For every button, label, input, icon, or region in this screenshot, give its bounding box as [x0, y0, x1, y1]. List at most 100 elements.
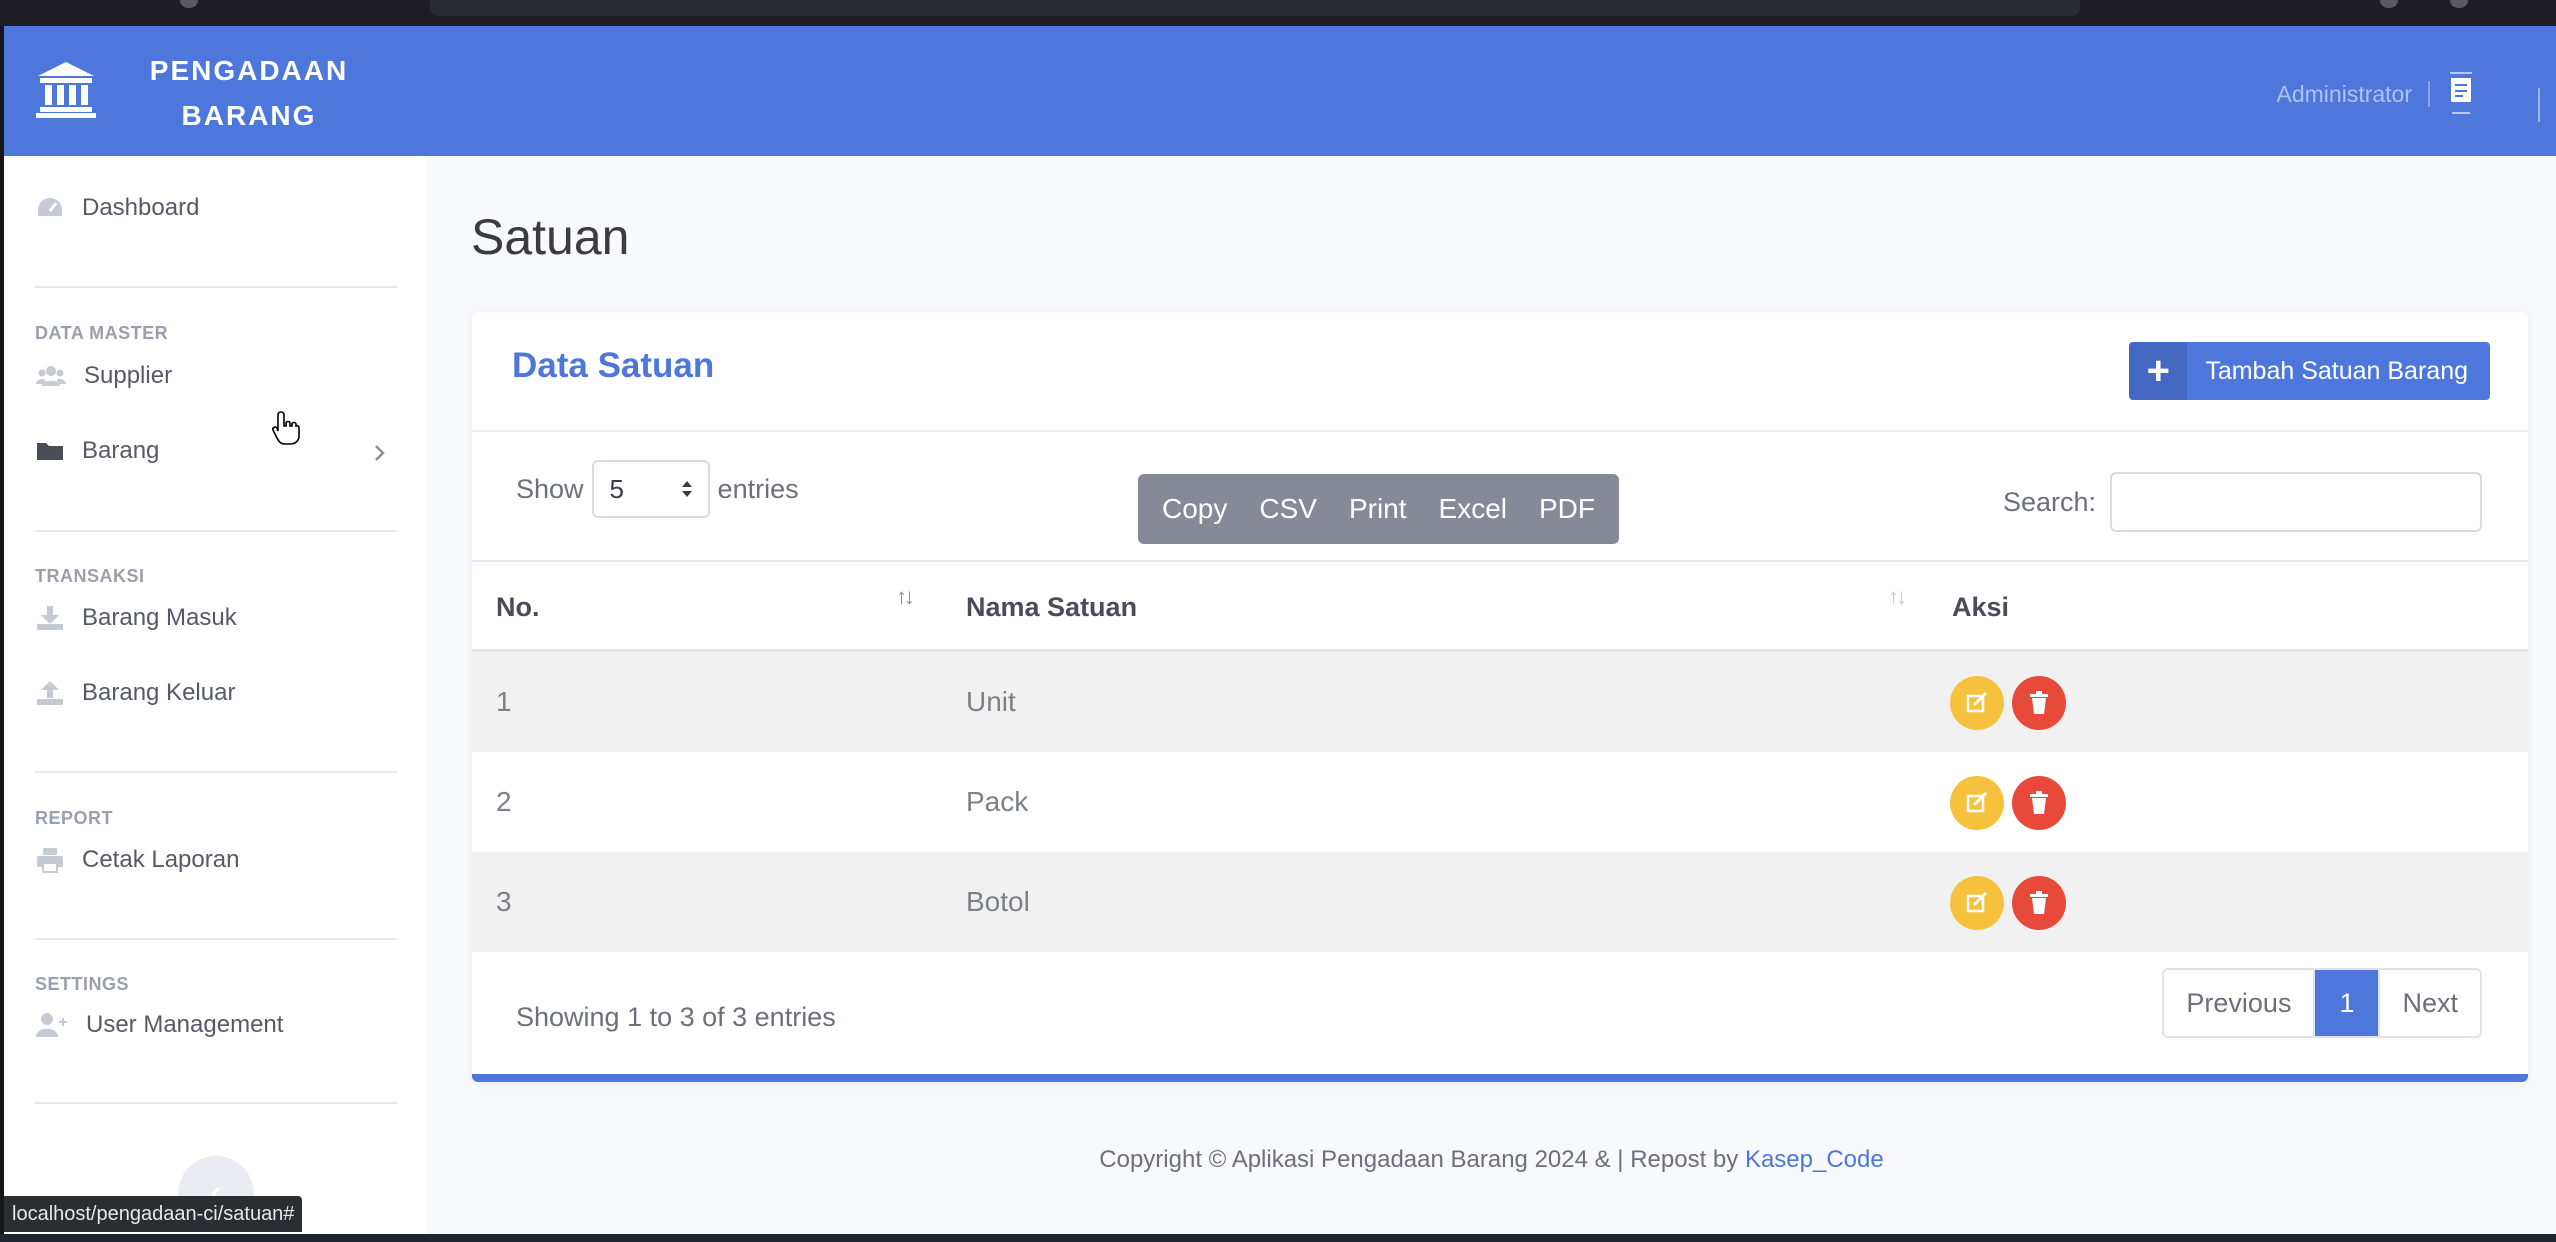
user-dropdown[interactable]: Administrator: [2277, 72, 2476, 116]
excel-button[interactable]: Excel: [1423, 493, 1523, 525]
user-name: Administrator: [2276, 80, 2412, 107]
sidebar-item-barang-keluar[interactable]: Barang Keluar: [36, 679, 235, 707]
card-header: Data Satuan + Tambah Satuan Barang: [472, 312, 2528, 432]
topbar: PENGADAAN BARANG Administrator: [4, 26, 2556, 156]
table-info: Showing 1 to 3 of 3 entries: [516, 1002, 836, 1032]
row-actions: [1950, 776, 2066, 830]
edit-button[interactable]: [1950, 776, 2004, 830]
sidebar-item-label: Barang Masuk: [82, 604, 237, 631]
sidebar-item-label: Barang: [82, 437, 160, 464]
upload-icon: [37, 681, 63, 705]
delete-button[interactable]: [2012, 876, 2066, 930]
sidebar-item-user-management[interactable]: User Management: [36, 1011, 283, 1039]
cell-no: 2: [496, 786, 512, 817]
divider: [35, 1102, 397, 1104]
user-avatar-icon: [2450, 72, 2472, 114]
edit-icon: [1966, 791, 1988, 813]
cell-nama-satuan: Botol: [966, 886, 1030, 917]
divider: [35, 530, 397, 532]
plus-icon: +: [2129, 342, 2188, 400]
brand[interactable]: PENGADAAN BARANG: [4, 26, 424, 156]
next-page-button[interactable]: Next: [2378, 970, 2480, 1036]
browser-address-bar[interactable]: [430, 0, 2080, 16]
cell-no: 3: [496, 886, 512, 917]
app-window: PENGADAAN BARANG Administrator Dashboard…: [4, 26, 2556, 1234]
bank-icon: [36, 62, 96, 118]
sidebar-item-label: Barang Keluar: [82, 679, 236, 706]
search-control: Search:: [2003, 472, 2482, 532]
sidebar-heading-data-master: DATA MASTER: [35, 323, 169, 343]
column-header-aksi: Aksi: [1952, 592, 2010, 622]
sidebar-item-label: Cetak Laporan: [82, 846, 240, 873]
card-bottom-accent: [472, 1074, 2528, 1082]
sidebar-item-barang[interactable]: Barang: [36, 437, 159, 465]
sort-icon[interactable]: ↑↓: [1888, 584, 1907, 610]
table-header: No. ↑↓ Nama Satuan ↑↓ Aksi: [472, 560, 2528, 652]
delete-button[interactable]: [2012, 676, 2066, 730]
folder-icon: [37, 443, 63, 460]
tachometer-icon: [38, 198, 62, 216]
length-control: Show 5 entries: [516, 460, 799, 518]
sidebar-item-supplier[interactable]: Supplier: [36, 362, 172, 390]
browser-reload-icon[interactable]: [180, 0, 198, 8]
sidebar-item-dashboard[interactable]: Dashboard: [36, 194, 199, 222]
sidebar: Dashboard DATA MASTER Supplier Barang TR…: [4, 156, 427, 1234]
browser-menu-icon[interactable]: [2450, 0, 2468, 8]
page-title: Satuan: [471, 209, 630, 265]
row-actions: [1950, 676, 2066, 730]
data-card: Data Satuan + Tambah Satuan Barang Show …: [472, 312, 2528, 1082]
entries-value: 5: [609, 473, 625, 504]
sidebar-item-label: User Management: [86, 1011, 284, 1038]
column-header-no[interactable]: No.: [496, 592, 540, 623]
footer-text: Copyright © Aplikasi Pengadaan Barang 20…: [1099, 1146, 1745, 1173]
footer: Copyright © Aplikasi Pengadaan Barang 20…: [4, 1146, 2556, 1174]
chevron-right-icon[interactable]: [372, 442, 388, 464]
trash-icon: [2030, 891, 2048, 914]
sidebar-heading-report: REPORT: [35, 808, 114, 828]
sidebar-heading-transaksi: TRANSAKSI: [35, 566, 145, 586]
copy-button[interactable]: Copy: [1146, 493, 1243, 525]
print-button[interactable]: Print: [1333, 493, 1423, 525]
delete-button[interactable]: [2012, 776, 2066, 830]
divider: [35, 771, 397, 773]
topbar-divider: [2538, 88, 2540, 122]
edit-button[interactable]: [1950, 676, 2004, 730]
add-satuan-label: Tambah Satuan Barang: [2205, 356, 2468, 385]
user-plus-icon: [36, 1013, 67, 1037]
print-icon: [37, 848, 63, 873]
sidebar-item-label: Supplier: [84, 362, 173, 389]
cell-no: 1: [496, 686, 512, 717]
footer-link[interactable]: Kasep_Code: [1745, 1146, 1884, 1173]
browser-top-strip: [0, 0, 2556, 26]
page-1-button[interactable]: 1: [2315, 970, 2379, 1036]
add-satuan-button[interactable]: + Tambah Satuan Barang: [2129, 342, 2490, 400]
csv-button[interactable]: CSV: [1243, 493, 1333, 525]
sidebar-item-cetak-laporan[interactable]: Cetak Laporan: [36, 846, 239, 874]
divider: [35, 938, 397, 940]
entries-select[interactable]: 5: [591, 460, 710, 518]
status-bar-url: localhost/pengadaan-ci/satuan#: [4, 1196, 303, 1232]
card-title: Data Satuan: [512, 346, 715, 385]
sort-icon[interactable]: ↑↓: [896, 584, 915, 610]
sidebar-heading-settings: SETTINGS: [35, 974, 130, 994]
divider: [2428, 81, 2430, 107]
cell-nama-satuan: Pack: [966, 786, 1029, 817]
previous-page-button[interactable]: Previous: [2164, 970, 2316, 1036]
export-button-group: Copy CSV Print Excel PDF: [1138, 474, 1619, 544]
users-icon: [36, 366, 66, 386]
search-input[interactable]: [2110, 472, 2482, 532]
taskbar: [0, 1234, 2556, 1242]
divider: [35, 286, 397, 288]
column-header-nama-satuan[interactable]: Nama Satuan: [966, 592, 1137, 623]
trash-icon: [2030, 791, 2048, 814]
edit-icon: [1966, 891, 1988, 913]
table-row: 1 Unit: [472, 652, 2528, 752]
pdf-button[interactable]: PDF: [1523, 493, 1611, 525]
browser-profile-icon[interactable]: [2380, 0, 2398, 8]
sort-caret-icon: [681, 481, 692, 497]
sidebar-item-barang-masuk[interactable]: Barang Masuk: [36, 604, 237, 632]
row-actions: [1950, 876, 2066, 930]
show-label: Show: [516, 473, 584, 504]
edit-button[interactable]: [1950, 876, 2004, 930]
trash-icon: [2030, 691, 2048, 714]
